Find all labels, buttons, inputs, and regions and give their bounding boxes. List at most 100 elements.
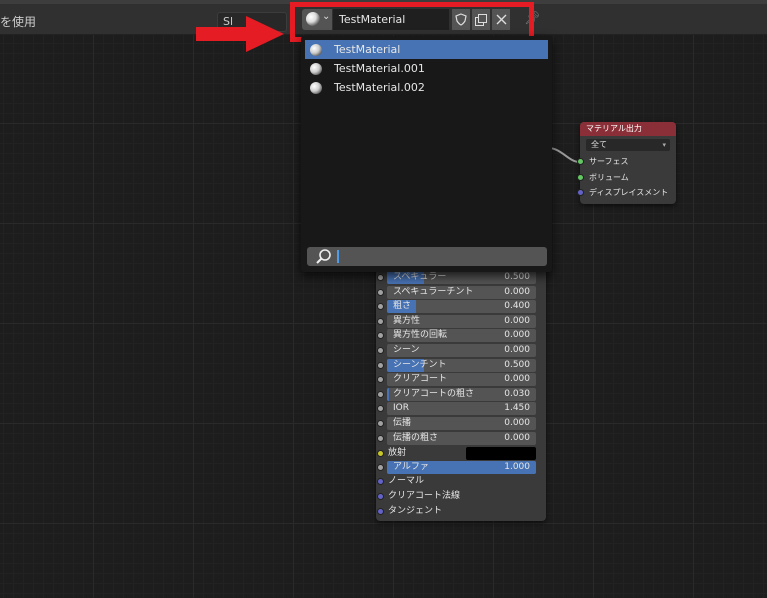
bsdf-vector-row: タンジェント: [376, 505, 546, 519]
input-socket[interactable]: [377, 493, 384, 500]
input-socket[interactable]: [377, 507, 384, 515]
input-socket[interactable]: [577, 189, 584, 196]
slider-label: シーンチント: [393, 359, 447, 370]
slider-label: 伝播: [393, 418, 412, 428]
bsdf-value-slider[interactable]: スペキュラーチント 0.000: [387, 285, 536, 299]
bsdf-value-slider[interactable]: クリアコート 0.000: [387, 373, 536, 387]
material-output-header[interactable]: マテリアル出力: [580, 122, 676, 136]
slider-label: クリアコートの粗さ: [393, 388, 475, 399]
slider-value: 0.500: [504, 272, 530, 282]
dropdown-item[interactable]: TestMaterial: [305, 40, 548, 59]
use-nodes-label[interactable]: を使用: [0, 13, 36, 30]
chevron-down-icon: ▾: [662, 141, 666, 149]
input-socket[interactable]: [377, 478, 384, 486]
socket-label: サーフェス: [589, 157, 629, 166]
input-socket[interactable]: [377, 434, 384, 442]
emission-color-swatch[interactable]: [466, 446, 536, 460]
bsdf-input-row: シーン 0.000: [376, 344, 546, 358]
bsdf-input-row: スペキュラー 0.500: [376, 271, 546, 285]
bsdf-value-slider[interactable]: スペキュラー 0.500: [387, 271, 536, 284]
input-socket[interactable]: [377, 274, 384, 281]
output-target-value: 全て: [591, 140, 607, 149]
text-caret: [337, 250, 339, 263]
input-socket[interactable]: [377, 390, 384, 398]
bsdf-input-row: 異方性 0.000: [376, 314, 546, 329]
input-socket[interactable]: [377, 347, 384, 354]
slider-value: 0.030: [504, 388, 530, 399]
search-input[interactable]: [307, 247, 547, 266]
input-socket[interactable]: [577, 158, 584, 165]
vector-label: クリアコート法線: [388, 491, 461, 501]
slider-value: 1.000: [504, 461, 530, 472]
bsdf-value-slider[interactable]: 伝播 0.000: [387, 417, 536, 430]
input-socket[interactable]: [377, 463, 384, 471]
material-sphere-icon: [310, 63, 322, 75]
vector-label: タンジェント: [388, 505, 443, 516]
alpha-slider[interactable]: アルファ 1.000: [387, 460, 536, 474]
input-socket[interactable]: [377, 303, 384, 311]
slider-value: 0.400: [504, 301, 530, 312]
bsdf-input-row: 粗さ 0.400: [376, 300, 546, 314]
input-socket[interactable]: [377, 405, 384, 413]
slider-value: 0.000: [504, 345, 530, 355]
output-input-row: サーフェス: [577, 155, 676, 169]
bsdf-value-slider[interactable]: 粗さ 0.400: [387, 300, 536, 314]
material-output-title: マテリアル出力: [586, 124, 642, 133]
bsdf-input-row: クリアコート 0.000: [376, 373, 546, 387]
dropdown-item-label: TestMaterial: [334, 43, 401, 56]
dropdown-item[interactable]: TestMaterial.001: [305, 59, 548, 78]
bsdf-value-slider[interactable]: クリアコートの粗さ 0.030: [387, 387, 536, 401]
input-socket[interactable]: [577, 173, 584, 181]
annotation-arrow-icon: [196, 16, 284, 52]
bsdf-input-row: シーンチント 0.500: [376, 358, 546, 373]
bsdf-input-row: スペキュラーチント 0.000: [376, 285, 546, 300]
input-socket[interactable]: [377, 376, 384, 384]
input-socket[interactable]: [377, 317, 384, 325]
slider-value: 0.000: [504, 432, 530, 443]
dropdown-item[interactable]: TestMaterial.002: [305, 78, 548, 97]
material-dropdown: TestMaterial TestMaterial.001 TestMaterial…: [301, 36, 552, 272]
bsdf-value-slider[interactable]: IOR 1.450: [387, 402, 536, 416]
input-socket[interactable]: [377, 420, 384, 427]
socket-label: ボリューム: [589, 172, 629, 182]
slider-label: 粗さ: [393, 301, 412, 312]
bsdf-value-slider[interactable]: 異方性 0.000: [387, 314, 536, 328]
bsdf-value-slider[interactable]: 伝播の粗さ 0.000: [387, 431, 536, 445]
output-input-row: ディスプレイスメント: [577, 186, 676, 200]
search-icon: [316, 249, 331, 264]
slider-value: 0.000: [504, 315, 530, 326]
slider-value: 0.000: [504, 286, 530, 297]
material-sphere-icon: [310, 82, 322, 94]
vector-label: ノーマル: [388, 476, 425, 487]
slider-label: IOR: [393, 403, 409, 414]
slider-label: 伝播の粗さ: [393, 432, 439, 443]
slider-value: 0.000: [504, 330, 530, 341]
material-output-node[interactable]: マテリアル出力 全て ▾ サーフェスボリュームディスプレイスメント: [577, 122, 676, 204]
bsdf-input-row: IOR 1.450: [376, 402, 546, 416]
bsdf-emission-row: 放射: [376, 446, 546, 461]
bsdf-input-row: 伝播の粗さ 0.000: [376, 431, 546, 446]
slider-label: 異方性: [393, 315, 421, 326]
bsdf-vector-row: ノーマル: [376, 475, 546, 489]
input-socket[interactable]: [377, 332, 384, 340]
slider-label: アルファ: [393, 461, 429, 472]
socket-label: ディスプレイスメント: [589, 188, 669, 197]
input-socket[interactable]: [377, 288, 384, 296]
slider-value: 0.000: [504, 374, 530, 385]
input-socket[interactable]: [377, 361, 384, 369]
slider-label: クリアコート: [393, 374, 448, 385]
slider-value: 0.000: [504, 418, 530, 428]
bsdf-input-row: 伝播 0.000: [376, 417, 546, 431]
output-target-select[interactable]: 全て ▾: [586, 139, 670, 151]
bsdf-value-slider[interactable]: シーン 0.000: [387, 344, 536, 357]
output-input-row: ボリューム: [577, 171, 676, 185]
slider-label: スペキュラーチント: [393, 286, 474, 297]
material-sphere-icon: [310, 44, 322, 56]
bsdf-value-slider[interactable]: 異方性の回転 0.000: [387, 329, 536, 343]
bsdf-alpha-row: アルファ 1.000: [376, 460, 546, 475]
emission-label: 放射: [388, 447, 407, 458]
bsdf-input-row: 異方性の回転 0.000: [376, 329, 546, 343]
input-socket[interactable]: [377, 449, 384, 457]
slider-value: 1.450: [504, 403, 530, 414]
bsdf-value-slider[interactable]: シーンチント 0.500: [387, 358, 536, 372]
